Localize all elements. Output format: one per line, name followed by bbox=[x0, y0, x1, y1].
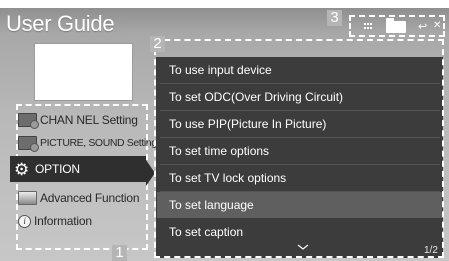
sidebar-badge: 1 bbox=[112, 245, 127, 261]
channel-icon bbox=[18, 113, 39, 129]
sidebar-item-label: CHAN NEL Setting bbox=[40, 113, 138, 127]
sidebar-item-label: Information bbox=[34, 214, 92, 228]
menu-item-language[interactable]: To set language bbox=[157, 192, 442, 218]
page-indicator: 1/2 bbox=[424, 245, 438, 256]
preview-window bbox=[34, 43, 133, 101]
chevron-down-icon[interactable] bbox=[297, 244, 309, 250]
close-icon[interactable]: ✕ bbox=[433, 20, 441, 31]
menu-item-pip[interactable]: To use PIP(Picture In Picture) bbox=[157, 111, 442, 137]
menu-item-tv-lock[interactable]: To set TV lock options bbox=[157, 165, 442, 191]
menu-item-time-options[interactable]: To set time options bbox=[157, 138, 442, 164]
gear-icon: ⚙ bbox=[14, 159, 30, 179]
sidebar-item-picture-sound-setting[interactable]: PICTURE, SOUND Setting bbox=[18, 131, 157, 155]
sidebar-item-label: Advanced Function bbox=[40, 191, 140, 205]
menu-badge: 2 bbox=[150, 36, 165, 52]
grid-view-icon[interactable] bbox=[364, 23, 372, 29]
picture-sound-icon bbox=[18, 136, 39, 152]
toolbar-badge: 3 bbox=[327, 10, 342, 26]
sidebar-item-information[interactable]: i Information bbox=[18, 209, 146, 233]
return-icon[interactable]: ↩ bbox=[418, 20, 427, 33]
folder-icon[interactable] bbox=[386, 18, 406, 33]
sidebar-item-channel-setting[interactable]: CHAN NEL Setting bbox=[18, 108, 146, 132]
info-icon: i bbox=[18, 214, 31, 228]
sidebar-item-label: OPTION bbox=[35, 162, 80, 176]
menu-item-odc[interactable]: To set ODC(Over Driving Circuit) bbox=[157, 84, 442, 110]
sidebar-item-label: PICTURE, SOUND Setting bbox=[40, 137, 157, 149]
advanced-function-icon bbox=[18, 191, 37, 205]
sidebar-item-advanced-function[interactable]: Advanced Function bbox=[18, 186, 146, 210]
page-title: User Guide bbox=[6, 11, 115, 36]
menu-item-caption[interactable]: To set caption bbox=[157, 219, 442, 245]
menu-item-input-device[interactable]: To use input device bbox=[157, 57, 442, 83]
sidebar-item-option[interactable]: ⚙ OPTION bbox=[10, 156, 146, 182]
